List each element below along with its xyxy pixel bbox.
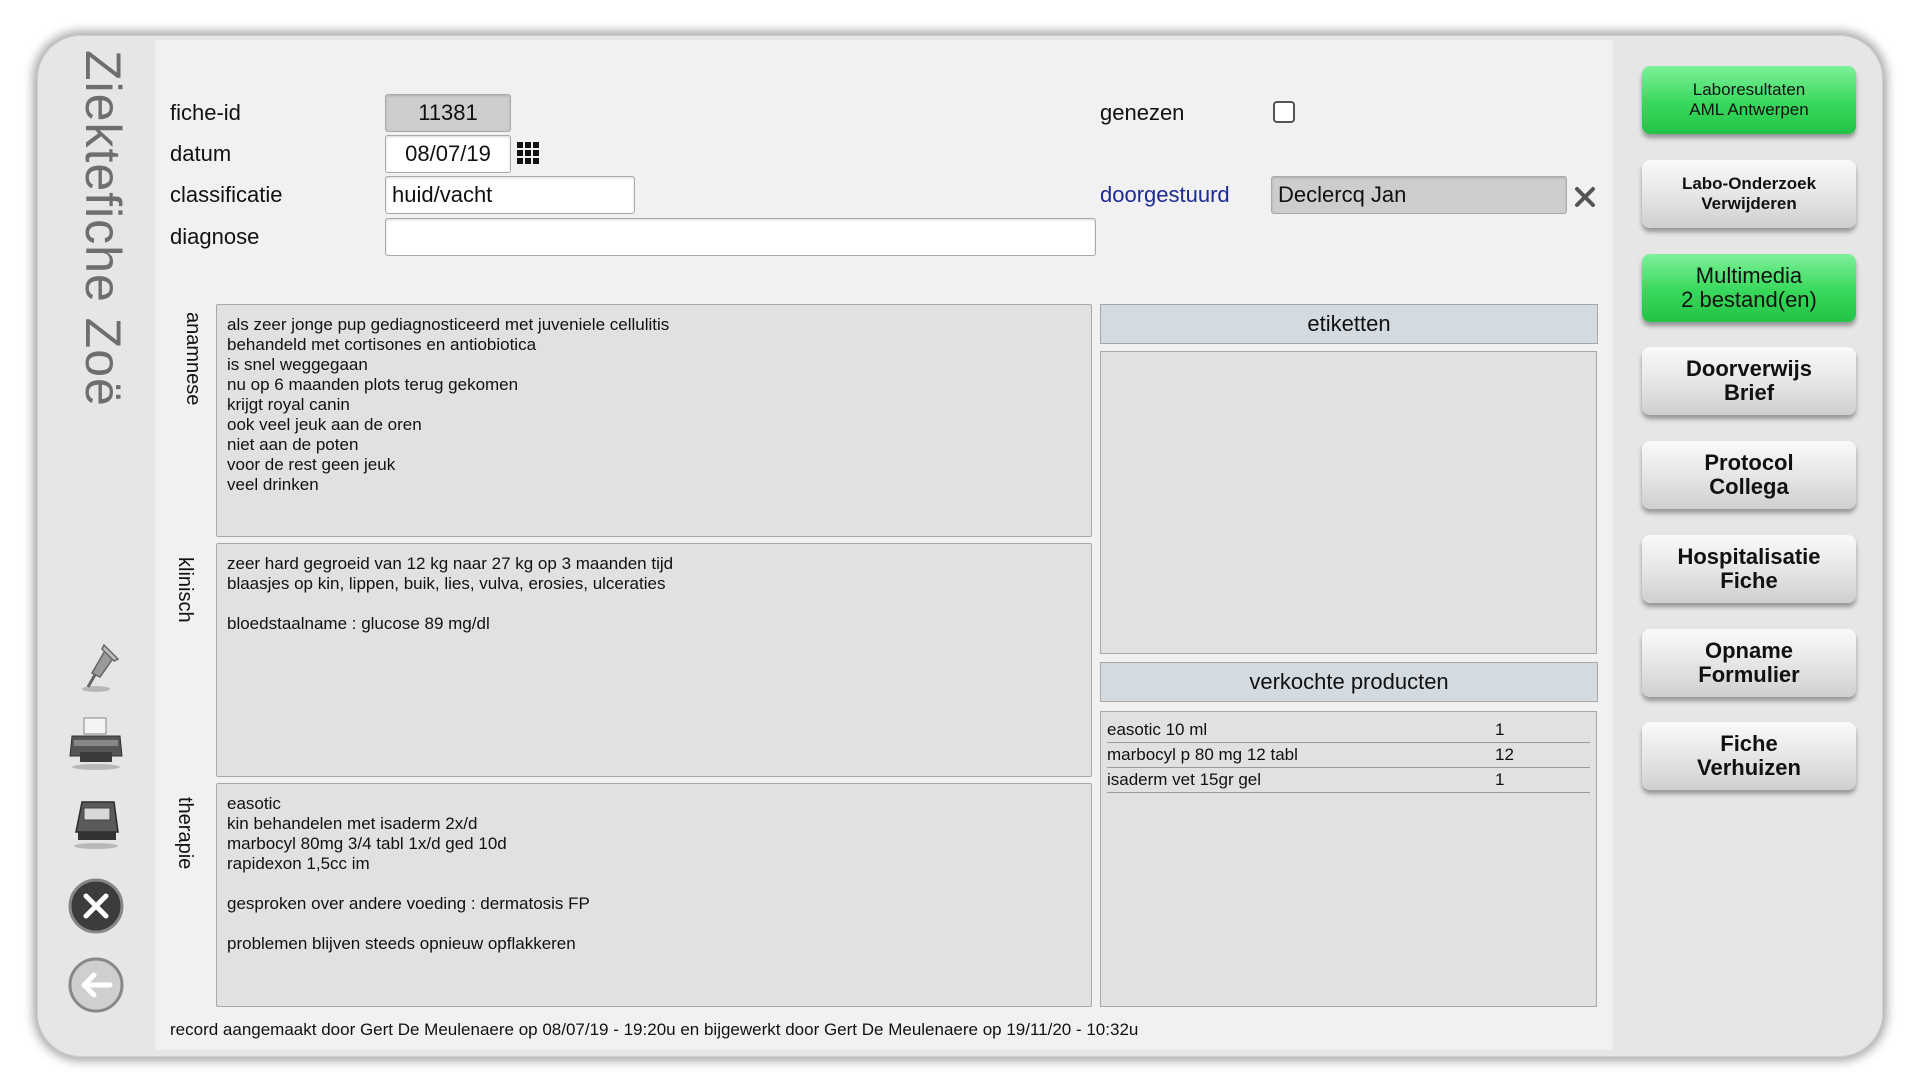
diagnose-field[interactable] [385, 218, 1096, 256]
therapie-textarea[interactable]: easotic kin behandelen met isaderm 2x/d … [216, 783, 1092, 1007]
label-printer-icon[interactable] [66, 792, 126, 852]
table-row[interactable]: isaderm vet 15gr gel 1 [1107, 768, 1590, 793]
opname-formulier-button[interactable]: Opname Formulier [1642, 629, 1856, 697]
anamnese-label: anamnese [182, 312, 204, 406]
laboresultaten-button[interactable]: Laboresultaten AML Antwerpen [1642, 66, 1856, 134]
printer-icon[interactable] [66, 712, 126, 772]
doorverwijs-label: Doorverwijs Brief [1686, 356, 1812, 405]
etiketten-header: etiketten [1100, 304, 1598, 344]
classificatie-label: classificatie [170, 182, 283, 207]
close-icon[interactable] [66, 876, 126, 936]
producten-header: verkochte producten [1100, 662, 1598, 702]
anamnese-textarea[interactable]: als zeer jonge pup gediagnosticeerd met … [216, 304, 1092, 537]
laboresultaten-label: Laboresultaten AML Antwerpen [1689, 80, 1809, 119]
labo-verwijderen-label: Labo-Onderzoek Verwijderen [1681, 174, 1817, 213]
diagnose-label: diagnose [170, 224, 260, 249]
hospitalisatie-fiche-button[interactable]: Hospitalisatie Fiche [1642, 535, 1856, 603]
labo-verwijderen-button[interactable]: Labo-Onderzoek Verwijderen [1642, 160, 1856, 228]
product-name: easotic 10 ml [1107, 720, 1208, 739]
datum-field[interactable]: 08/07/19 [385, 135, 511, 173]
protocol-label: Protocol Collega [1704, 450, 1794, 499]
protocol-collega-button[interactable]: Protocol Collega [1642, 441, 1856, 509]
table-row[interactable]: easotic 10 ml 1 [1107, 718, 1590, 743]
product-name: marbocyl p 80 mg 12 tabl [1107, 745, 1298, 764]
pin-icon[interactable] [66, 635, 126, 695]
doorgestuurd-link[interactable]: doorgestuurd [1100, 182, 1230, 208]
fiche-verhuizen-button[interactable]: Fiche Verhuizen [1642, 722, 1856, 790]
genezen-checkbox[interactable] [1273, 101, 1295, 123]
doorgestuurd-field[interactable]: Declercq Jan [1271, 176, 1567, 214]
multimedia-label: Multimedia 2 bestand(en) [1681, 263, 1817, 312]
fiche-id-field: 11381 [385, 94, 511, 132]
genezen-label: genezen [1100, 100, 1185, 125]
datum-label: datum [170, 141, 232, 166]
multimedia-button[interactable]: Multimedia 2 bestand(en) [1642, 254, 1856, 322]
klinisch-label: klinisch [174, 557, 196, 623]
hospitalisatie-label: Hospitalisatie Fiche [1677, 544, 1821, 593]
opname-label: Opname Formulier [1698, 638, 1800, 687]
klinisch-textarea[interactable]: zeer hard gegroeid van 12 kg naar 27 kg … [216, 543, 1092, 777]
etiketten-list[interactable] [1100, 351, 1597, 654]
verhuizen-label: Fiche Verhuizen [1697, 731, 1801, 780]
product-qty: 1 [1495, 720, 1505, 739]
producten-list[interactable]: easotic 10 ml 1 marbocyl p 80 mg 12 tabl… [1100, 711, 1597, 1007]
doorverwijs-brief-button[interactable]: Doorverwijs Brief [1642, 347, 1856, 415]
classificatie-field[interactable]: huid/vacht [385, 176, 635, 214]
product-qty: 12 [1495, 745, 1514, 764]
calendar-icon[interactable] [517, 142, 539, 164]
record-info: record aangemaakt door Gert De Meulenaer… [170, 1020, 1139, 1039]
therapie-label: therapie [174, 797, 196, 870]
window-title: Ziektefiche Zoë [75, 50, 131, 407]
table-row[interactable]: marbocyl p 80 mg 12 tabl 12 [1107, 743, 1590, 768]
back-arrow-icon[interactable] [66, 955, 126, 1015]
fiche-id-label: fiche-id [170, 100, 241, 125]
product-name: isaderm vet 15gr gel [1107, 770, 1262, 789]
clear-doorgestuurd-icon[interactable] [1574, 186, 1596, 208]
product-qty: 1 [1495, 770, 1505, 789]
